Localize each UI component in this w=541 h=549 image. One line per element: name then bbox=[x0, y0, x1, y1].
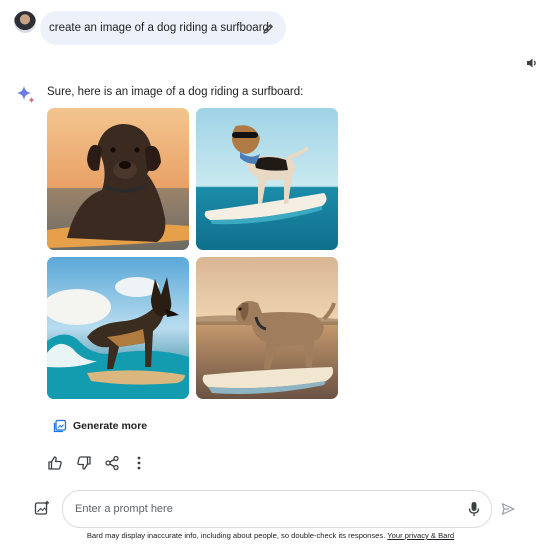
thumbs-down-icon[interactable] bbox=[76, 455, 92, 471]
more-vertical-icon[interactable] bbox=[131, 455, 147, 471]
send-icon[interactable] bbox=[501, 502, 515, 516]
bard-reply-text: Sure, here is an image of a dog riding a… bbox=[47, 86, 304, 98]
generate-more-label: Generate more bbox=[73, 420, 148, 432]
prompt-bar bbox=[62, 490, 492, 528]
generated-image-2[interactable] bbox=[196, 108, 338, 250]
image-stack-icon bbox=[53, 419, 67, 433]
share-icon[interactable] bbox=[104, 455, 120, 471]
generated-image-1[interactable] bbox=[47, 108, 189, 250]
image-3-graphic bbox=[47, 257, 189, 399]
user-avatar bbox=[14, 11, 36, 33]
thumbs-up-icon[interactable] bbox=[47, 455, 63, 471]
generated-image-4[interactable] bbox=[196, 257, 338, 399]
image-2-graphic bbox=[196, 108, 338, 250]
generate-more-button[interactable]: Generate more bbox=[47, 413, 153, 439]
prompt-input[interactable] bbox=[75, 491, 455, 527]
user-prompt-text: create an image of a dog riding a surfbo… bbox=[49, 22, 269, 34]
image-4-graphic bbox=[196, 257, 338, 399]
generated-image-3[interactable] bbox=[47, 257, 189, 399]
pencil-icon[interactable] bbox=[262, 22, 274, 34]
bard-sparkle-icon bbox=[15, 84, 37, 106]
privacy-link[interactable]: Your privacy & Bard bbox=[387, 531, 454, 540]
disclaimer-footer: Bard may display inaccurate info, includ… bbox=[0, 531, 541, 540]
add-image-icon[interactable] bbox=[34, 500, 50, 516]
user-message-bubble: create an image of a dog riding a surfbo… bbox=[40, 11, 286, 45]
image-1-graphic bbox=[47, 108, 189, 250]
speaker-icon[interactable] bbox=[525, 56, 539, 70]
microphone-icon[interactable] bbox=[467, 501, 481, 517]
disclaimer-text: Bard may display inaccurate info, includ… bbox=[86, 531, 386, 540]
